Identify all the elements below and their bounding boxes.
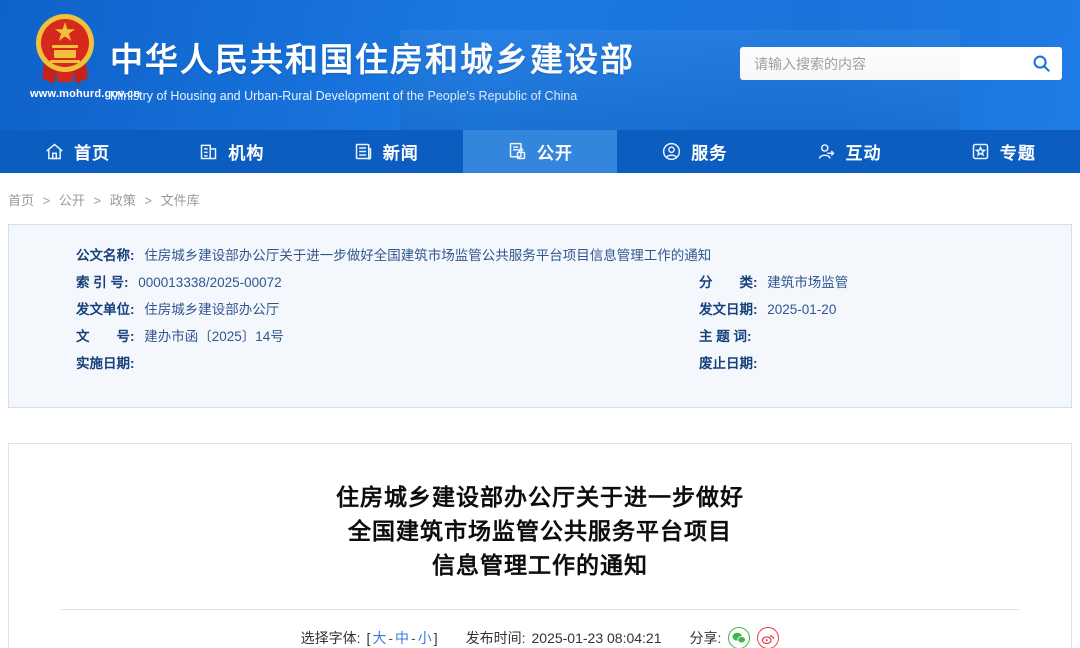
national-emblem-icon (36, 14, 94, 84)
article-title: 住房城乡建设部办公厅关于进一步做好 全国建筑市场监管公共服务平台项目 信息管理工… (9, 480, 1071, 582)
breadcrumb-home[interactable]: 首页 (8, 193, 34, 208)
meta-index-label: 索 引 号: (76, 275, 129, 290)
disclosure-icon (509, 142, 526, 160)
meta-issuer: 发文单位: 住房城乡建设部办公厅 (9, 296, 699, 323)
meta-issue-date-label: 发文日期: (699, 302, 758, 317)
search-icon[interactable] (1030, 53, 1052, 75)
meta-doc-name-label: 公文名称: (76, 248, 135, 263)
share-wechat-icon[interactable] (728, 627, 751, 648)
breadcrumb-separator: > (42, 193, 51, 208)
article-title-line3: 信息管理工作的通知 (432, 552, 648, 578)
breadcrumb: 首页 > 公开 > 政策 > 文件库 (0, 173, 1080, 209)
font-size-large[interactable]: 大 (372, 630, 386, 646)
font-select-group: [大 - 中 - 小] (366, 628, 437, 648)
meta-index: 索 引 号: 000013338/2025-00072 (9, 269, 699, 296)
bracket-close: ] (433, 630, 438, 646)
publish-time-label: 发布时间: (465, 630, 526, 646)
meta-keywords-label: 主 题 词: (699, 329, 752, 344)
nav-item-label: 首页 (74, 144, 111, 163)
site-title-chinese: 中华人民共和国住房和城乡建设部 (110, 41, 635, 78)
font-size-medium[interactable]: 中 (395, 630, 409, 646)
font-size-dash: - (388, 630, 394, 646)
interaction-icon (818, 144, 835, 159)
article-title-line2: 全国建筑市场监管公共服务平台项目 (348, 518, 732, 544)
service-icon (663, 142, 681, 161)
meta-doc-name-value: 住房城乡建设部办公厅关于进一步做好全国建筑市场监管公共服务平台项目信息管理工作的… (144, 248, 712, 263)
document-metadata-panel: 公文名称: 住房城乡建设部办公厅关于进一步做好全国建筑市场监管公共服务平台项目信… (8, 224, 1072, 408)
nav-item-disclosure[interactable]: 公开 (462, 130, 618, 173)
site-url: www.mohurd.gov.cn (30, 88, 141, 100)
meta-doc-name: 公文名称: 住房城乡建设部办公厅关于进一步做好全国建筑市场监管公共服务平台项目信… (9, 242, 1071, 269)
meta-impl-date: 实施日期: (9, 350, 699, 377)
publish-time-value: 2025-01-23 08:04:21 (531, 630, 662, 646)
article-panel: 住房城乡建设部办公厅关于进一步做好 全国建筑市场监管公共服务平台项目 信息管理工… (8, 443, 1072, 648)
meta-issue-date: 发文日期: 2025-01-20 (699, 296, 1071, 323)
meta-repeal-date: 废止日期: (699, 350, 1071, 377)
meta-keywords: 主 题 词: (699, 323, 1071, 350)
nav-item-label: 新闻 (382, 144, 419, 163)
meta-impl-date-label: 实施日期: (76, 356, 135, 371)
meta-category: 分 类: 建筑市场监管 (699, 269, 1071, 296)
meta-index-value: 000013338/2025-00072 (138, 275, 282, 290)
topic-icon (972, 143, 989, 160)
share-label: 分享: (689, 630, 722, 646)
nav-item-label: 服务 (691, 144, 728, 163)
site-header: www.mohurd.gov.cn 中华人民共和国住房和城乡建设部 Minist… (0, 0, 1080, 130)
breadcrumb-library[interactable]: 文件库 (161, 193, 200, 208)
meta-doc-number-label: 文 号: (76, 329, 135, 344)
article-title-line1: 住房城乡建设部办公厅关于进一步做好 (336, 484, 744, 510)
search-input[interactable] (754, 55, 1030, 72)
nav-item-home[interactable]: 首页 (0, 130, 154, 173)
share-weibo-icon[interactable] (757, 627, 780, 648)
nav-item-label: 互动 (845, 144, 882, 163)
nav-item-organization[interactable]: 机构 (154, 130, 308, 173)
search-box (740, 47, 1062, 80)
meta-repeal-date-label: 废止日期: (699, 356, 758, 371)
breadcrumb-disclosure[interactable]: 公开 (59, 193, 85, 208)
meta-issuer-value: 住房城乡建设部办公厅 (144, 302, 280, 317)
bracket-open: [ (366, 630, 371, 646)
font-select-label: 选择字体: (300, 630, 361, 646)
font-size-small[interactable]: 小 (418, 630, 432, 646)
meta-issue-date-value: 2025-01-20 (767, 302, 837, 317)
nav-item-label: 专题 (999, 144, 1036, 163)
site-title-english: Ministry of Housing and Urban-Rural Deve… (110, 89, 578, 103)
meta-issuer-label: 发文单位: (76, 302, 135, 317)
title-divider (61, 609, 1019, 610)
nav-item-topic[interactable]: 专题 (926, 130, 1080, 173)
breadcrumb-policy[interactable]: 政策 (110, 193, 136, 208)
national-emblem: www.mohurd.gov.cn (30, 12, 141, 104)
nav-item-news[interactable]: 新闻 (309, 130, 463, 173)
meta-category-value: 建筑市场监管 (767, 275, 849, 290)
font-size-dash: - (411, 630, 416, 646)
meta-doc-number: 文 号: 建办市函〔2025〕14号 (9, 323, 699, 350)
meta-doc-number-value: 建办市函〔2025〕14号 (144, 329, 284, 344)
nav-item-label: 公开 (536, 144, 573, 163)
organization-icon (201, 144, 217, 160)
breadcrumb-separator: > (144, 193, 152, 208)
main-nav: 首页 机构 新闻 公开 服务 互动 专题 (0, 130, 1080, 173)
home-icon (46, 143, 63, 160)
nav-item-interaction[interactable]: 互动 (771, 130, 925, 173)
news-icon (355, 143, 371, 160)
nav-item-label: 机构 (228, 144, 265, 163)
nav-item-service[interactable]: 服务 (617, 130, 771, 173)
meta-category-label: 分 类: (699, 275, 758, 290)
breadcrumb-separator: > (93, 193, 102, 208)
article-meta-row: 选择字体: [大 - 中 - 小] 发布时间: 2025-01-23 08:04:21 … (9, 627, 1071, 648)
